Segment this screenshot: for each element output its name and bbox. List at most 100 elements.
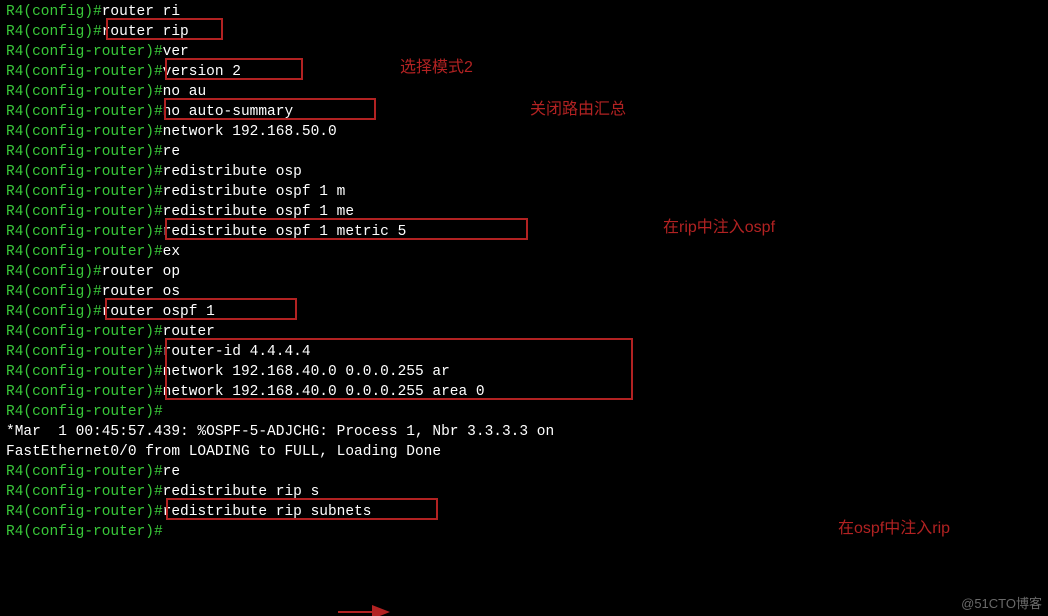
command-text: re — [163, 144, 180, 160]
command-text: router ri — [102, 4, 180, 20]
command-text: router op — [102, 264, 180, 280]
device-prompt: R4 — [6, 464, 23, 480]
terminal-line: R4(config)#router op — [6, 262, 1042, 282]
hash-prompt: # — [154, 364, 163, 380]
terminal-line: R4(config-router)#version 2 — [6, 62, 1042, 82]
command-text: ex — [163, 244, 180, 260]
command-text: redistribute ospf 1 metric 5 — [163, 224, 407, 240]
mode-prompt: (config) — [23, 24, 93, 40]
mode-prompt: (config-router) — [23, 504, 154, 520]
command-text: network 192.168.50.0 — [163, 124, 337, 140]
terminal-line: R4(config-router)#network 192.168.40.0 0… — [6, 362, 1042, 382]
terminal-line: R4(config)#router rip — [6, 22, 1042, 42]
hash-prompt: # — [154, 44, 163, 60]
command-text: no auto-summary — [163, 104, 294, 120]
mode-prompt: (config-router) — [23, 384, 154, 400]
command-text: ver — [163, 44, 189, 60]
mode-prompt: (config-router) — [23, 124, 154, 140]
hash-prompt: # — [154, 224, 163, 240]
command-text: network 192.168.40.0 0.0.0.255 ar — [163, 364, 450, 380]
device-prompt: R4 — [6, 144, 23, 160]
hash-prompt: # — [93, 4, 102, 20]
mode-prompt: (config-router) — [23, 44, 154, 60]
terminal-line: R4(config-router)# — [6, 402, 1042, 422]
hash-prompt: # — [93, 304, 102, 320]
hash-prompt: # — [154, 404, 163, 420]
mode-prompt: (config-router) — [23, 204, 154, 220]
device-prompt: R4 — [6, 384, 23, 400]
device-prompt: R4 — [6, 344, 23, 360]
terminal-line: R4(config)#router os — [6, 282, 1042, 302]
device-prompt: R4 — [6, 84, 23, 100]
terminal-line: R4(config-router)#re — [6, 462, 1042, 482]
mode-prompt: (config-router) — [23, 464, 154, 480]
command-text: router-id 4.4.4.4 — [163, 344, 311, 360]
terminal-line: R4(config-router)#no auto-summary — [6, 102, 1042, 122]
mode-prompt: (config-router) — [23, 64, 154, 80]
device-prompt: R4 — [6, 484, 23, 500]
hash-prompt: # — [154, 144, 163, 160]
hash-prompt: # — [154, 524, 163, 540]
device-prompt: R4 — [6, 244, 23, 260]
terminal-line: R4(config-router)#redistribute osp — [6, 162, 1042, 182]
mode-prompt: (config-router) — [23, 184, 154, 200]
terminal-line: R4(config-router)#redistribute rip subne… — [6, 502, 1042, 522]
hash-prompt: # — [154, 164, 163, 180]
terminal-line: FastEthernet0/0 from LOADING to FULL, Lo… — [6, 442, 1042, 462]
hash-prompt: # — [93, 24, 102, 40]
terminal-line: R4(config)#router ospf 1 — [6, 302, 1042, 322]
device-prompt: R4 — [6, 44, 23, 60]
mode-prompt: (config-router) — [23, 524, 154, 540]
mode-prompt: (config-router) — [23, 84, 154, 100]
device-prompt: R4 — [6, 364, 23, 380]
command-text: redistribute osp — [163, 164, 302, 180]
terminal-line: R4(config-router)#ex — [6, 242, 1042, 262]
mode-prompt: (config-router) — [23, 164, 154, 180]
terminal-line: R4(config-router)#network 192.168.50.0 — [6, 122, 1042, 142]
command-text: version 2 — [163, 64, 241, 80]
terminal-line: R4(config-router)#redistribute ospf 1 m — [6, 182, 1042, 202]
mode-prompt: (config-router) — [23, 344, 154, 360]
hash-prompt: # — [154, 324, 163, 340]
command-text: network 192.168.40.0 0.0.0.255 area 0 — [163, 384, 485, 400]
command-text: redistribute rip subnets — [163, 504, 372, 520]
mode-prompt: (config-router) — [23, 224, 154, 240]
hash-prompt: # — [154, 484, 163, 500]
terminal-line: R4(config-router)#router-id 4.4.4.4 — [6, 342, 1042, 362]
hash-prompt: # — [154, 344, 163, 360]
mode-prompt: (config-router) — [23, 484, 154, 500]
command-text: no au — [163, 84, 207, 100]
terminal-line: R4(config-router)#ver — [6, 42, 1042, 62]
hash-prompt: # — [154, 384, 163, 400]
command-text: router — [163, 324, 215, 340]
hash-prompt: # — [93, 284, 102, 300]
mode-prompt: (config-router) — [23, 244, 154, 260]
terminal-line: R4(config)#router ri — [6, 2, 1042, 22]
mode-prompt: (config) — [23, 264, 93, 280]
device-prompt: R4 — [6, 24, 23, 40]
device-prompt: R4 — [6, 284, 23, 300]
command-text: redistribute ospf 1 me — [163, 204, 354, 220]
device-prompt: R4 — [6, 224, 23, 240]
command-text: redistribute rip s — [163, 484, 320, 500]
hash-prompt: # — [154, 124, 163, 140]
hash-prompt: # — [154, 64, 163, 80]
device-prompt: R4 — [6, 264, 23, 280]
terminal-line: R4(config-router)#network 192.168.40.0 0… — [6, 382, 1042, 402]
device-prompt: R4 — [6, 204, 23, 220]
command-text: router ospf 1 — [102, 304, 215, 320]
command-text: router os — [102, 284, 180, 300]
hash-prompt: # — [154, 84, 163, 100]
mode-prompt: (config-router) — [23, 324, 154, 340]
device-prompt: R4 — [6, 304, 23, 320]
mode-prompt: (config) — [23, 304, 93, 320]
hash-prompt: # — [154, 504, 163, 520]
terminal-line: R4(config-router)# — [6, 522, 1042, 542]
device-prompt: R4 — [6, 4, 23, 20]
mode-prompt: (config-router) — [23, 404, 154, 420]
mode-prompt: (config-router) — [23, 104, 154, 120]
terminal-line: R4(config-router)#redistribute rip s — [6, 482, 1042, 502]
hash-prompt: # — [154, 244, 163, 260]
terminal-raw-output: *Mar 1 00:45:57.439: %OSPF-5-ADJCHG: Pro… — [6, 424, 554, 440]
hash-prompt: # — [93, 264, 102, 280]
